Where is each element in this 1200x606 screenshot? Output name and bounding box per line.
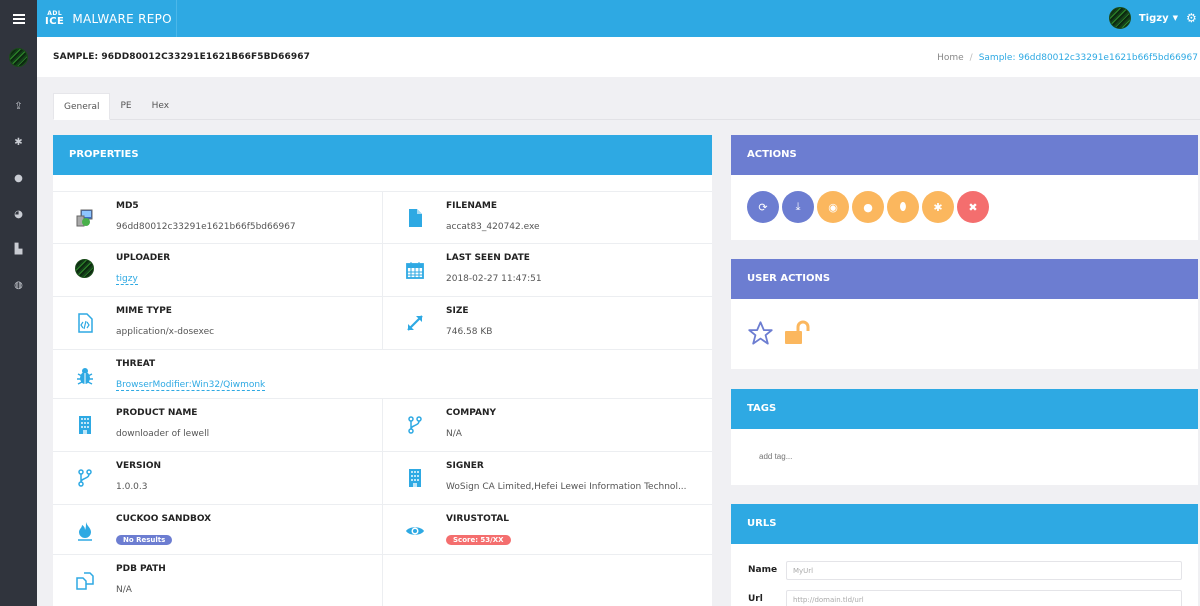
urls-title: URLS [731,504,1198,544]
expand-arrows-icon [407,315,423,331]
signer-field: SIGNER WoSign CA Limited,Hefei Lewei Inf… [383,452,712,505]
copy-files-icon [76,572,94,590]
bar-chart-icon[interactable]: ▙ [0,244,37,255]
tab-hex[interactable]: Hex [142,93,179,120]
uploader-avatar [75,259,94,278]
user-menu[interactable]: Tigzy ▼ [1108,7,1178,29]
brand[interactable]: ADL ICE MALWARE REPO [37,0,177,37]
threat-field: THREAT BrowserModifier:Win32/Qiwmonk [53,350,712,399]
url-url-label: Url [748,594,763,604]
urls-panel: URLS Name Url [731,504,1198,606]
star-icon[interactable] [747,320,774,347]
last-seen-field: LAST SEEN DATE 2018-02-27 11:47:51 [383,244,712,297]
menu-toggle-button[interactable] [0,0,37,37]
code-branch-icon [408,416,422,434]
bug-icon: ✱ [933,200,943,214]
bug-icon [77,368,93,385]
mime-type-field: MIME TYPE application/x-dosexec [53,297,383,350]
sidebar-avatar[interactable] [9,48,28,67]
user-avatar [1108,7,1131,29]
breadcrumb-separator: / [969,53,973,63]
url-name-label: Name [748,565,778,575]
building-icon [79,416,91,434]
refresh-icon: ⟳ [758,200,768,214]
md5-field: MD5 96dd80012c33291e1621b66f5bd66967 [53,192,383,244]
threat-link[interactable]: BrowserModifier:Win32/Qiwmonk [116,380,266,391]
uploader-field: UPLOADER tigzy [53,244,383,297]
pie-chart-icon[interactable]: ◕ [0,209,37,220]
user-actions-panel: USER ACTIONS [731,259,1198,369]
version-field: VERSION 1.0.0.3 [53,452,383,505]
delete-button[interactable]: ✖ [957,191,989,223]
installer-icon [76,209,93,227]
code-file-icon [78,313,93,333]
properties-title: PROPERTIES [53,135,712,175]
gear-icon[interactable]: ⚙ [1186,11,1200,25]
flame-icon: ⬮ [899,200,907,213]
virustotal-score-badge[interactable]: Score: 53/XX [446,535,511,545]
app-title: MALWARE REPO [72,11,172,26]
calendar-icon [406,262,424,279]
user-actions-title: USER ACTIONS [731,259,1198,299]
page-header: SAMPLE: 96DD80012C33291E1621B66F5BD66967… [37,37,1200,77]
tab-bar: General PE Hex [53,93,1200,120]
flame-icon [78,522,92,541]
comment-icon: ● [863,200,873,214]
properties-panel: PROPERTIES MD5 96dd80012c33291e1621b66f5… [53,135,712,606]
pdb-path-field: PDB PATH N/A [53,555,383,606]
refresh-button[interactable]: ⟳ [747,191,779,223]
add-tag-input[interactable] [759,452,959,461]
caret-down-icon: ▼ [1172,14,1178,22]
download-icon: ⤓ [795,200,801,213]
sidebar: ⇪ ✱ ● ◕ ▙ ◍ [0,37,37,606]
breadcrumb-current[interactable]: Sample: 96dd80012c33291e1621b66f5bd66967 [979,53,1198,63]
user-name: Tigzy [1138,12,1169,24]
view-button[interactable]: ◉ [817,191,849,223]
breadcrumb-home[interactable]: Home [937,53,964,63]
size-field: SIZE 746.58 KB [383,297,712,350]
android-icon[interactable]: ● [0,173,37,184]
building-icon [409,469,421,487]
uploader-link[interactable]: tigzy [116,274,138,285]
github-icon[interactable]: ◍ [0,280,37,291]
eye-icon [406,527,424,535]
hamburger-icon [12,17,25,20]
file-icon [409,209,422,227]
sandbox-button[interactable]: ⬮ [887,191,919,223]
company-field: COMPANY N/A [383,399,712,452]
url-name-input[interactable] [786,561,1182,580]
page-title: SAMPLE: 96DD80012C33291E1621B66F5BD66967 [53,52,310,62]
top-navbar: ADL ICE MALWARE REPO Tigzy ▼ ⚙ [0,0,1200,37]
url-url-input[interactable] [786,590,1182,606]
tab-pe[interactable]: PE [110,93,141,120]
tags-title: TAGS [731,389,1198,429]
cuckoo-sandbox-field: CUCKOO SANDBOX No Results [53,505,383,555]
tab-general[interactable]: General [53,93,111,120]
bug-icon[interactable]: ✱ [0,137,37,148]
download-button[interactable]: ⤓ [782,191,814,223]
breadcrumb: Home / Sample: 96dd80012c33291e1621b66f5bd… [937,53,1198,63]
tags-panel: TAGS [731,389,1198,485]
eye-icon: ◉ [828,200,838,214]
adl-ice-logo: ADL ICE [45,9,65,27]
url-name-row: Name [731,561,1198,581]
actions-title: ACTIONS [731,135,1198,175]
close-icon: ✖ [968,200,978,214]
virustotal-field: VIRUSTOTAL Score: 53/XX [383,505,712,555]
url-url-row: Url [731,590,1198,606]
comment-button[interactable]: ● [852,191,884,223]
cuckoo-status-badge[interactable]: No Results [116,535,173,545]
actions-panel: ACTIONS ⟳ ⤓ ◉ ● ⬮ ✱ ✖ [731,135,1198,240]
filename-field: FILENAME accat83_420742.exe [383,192,712,244]
product-name-field: PRODUCT NAME downloader of lewell [53,399,383,452]
unlock-icon[interactable] [784,320,812,346]
bug-button[interactable]: ✱ [922,191,954,223]
code-branch-icon [78,469,92,487]
upload-icon[interactable]: ⇪ [0,101,37,112]
